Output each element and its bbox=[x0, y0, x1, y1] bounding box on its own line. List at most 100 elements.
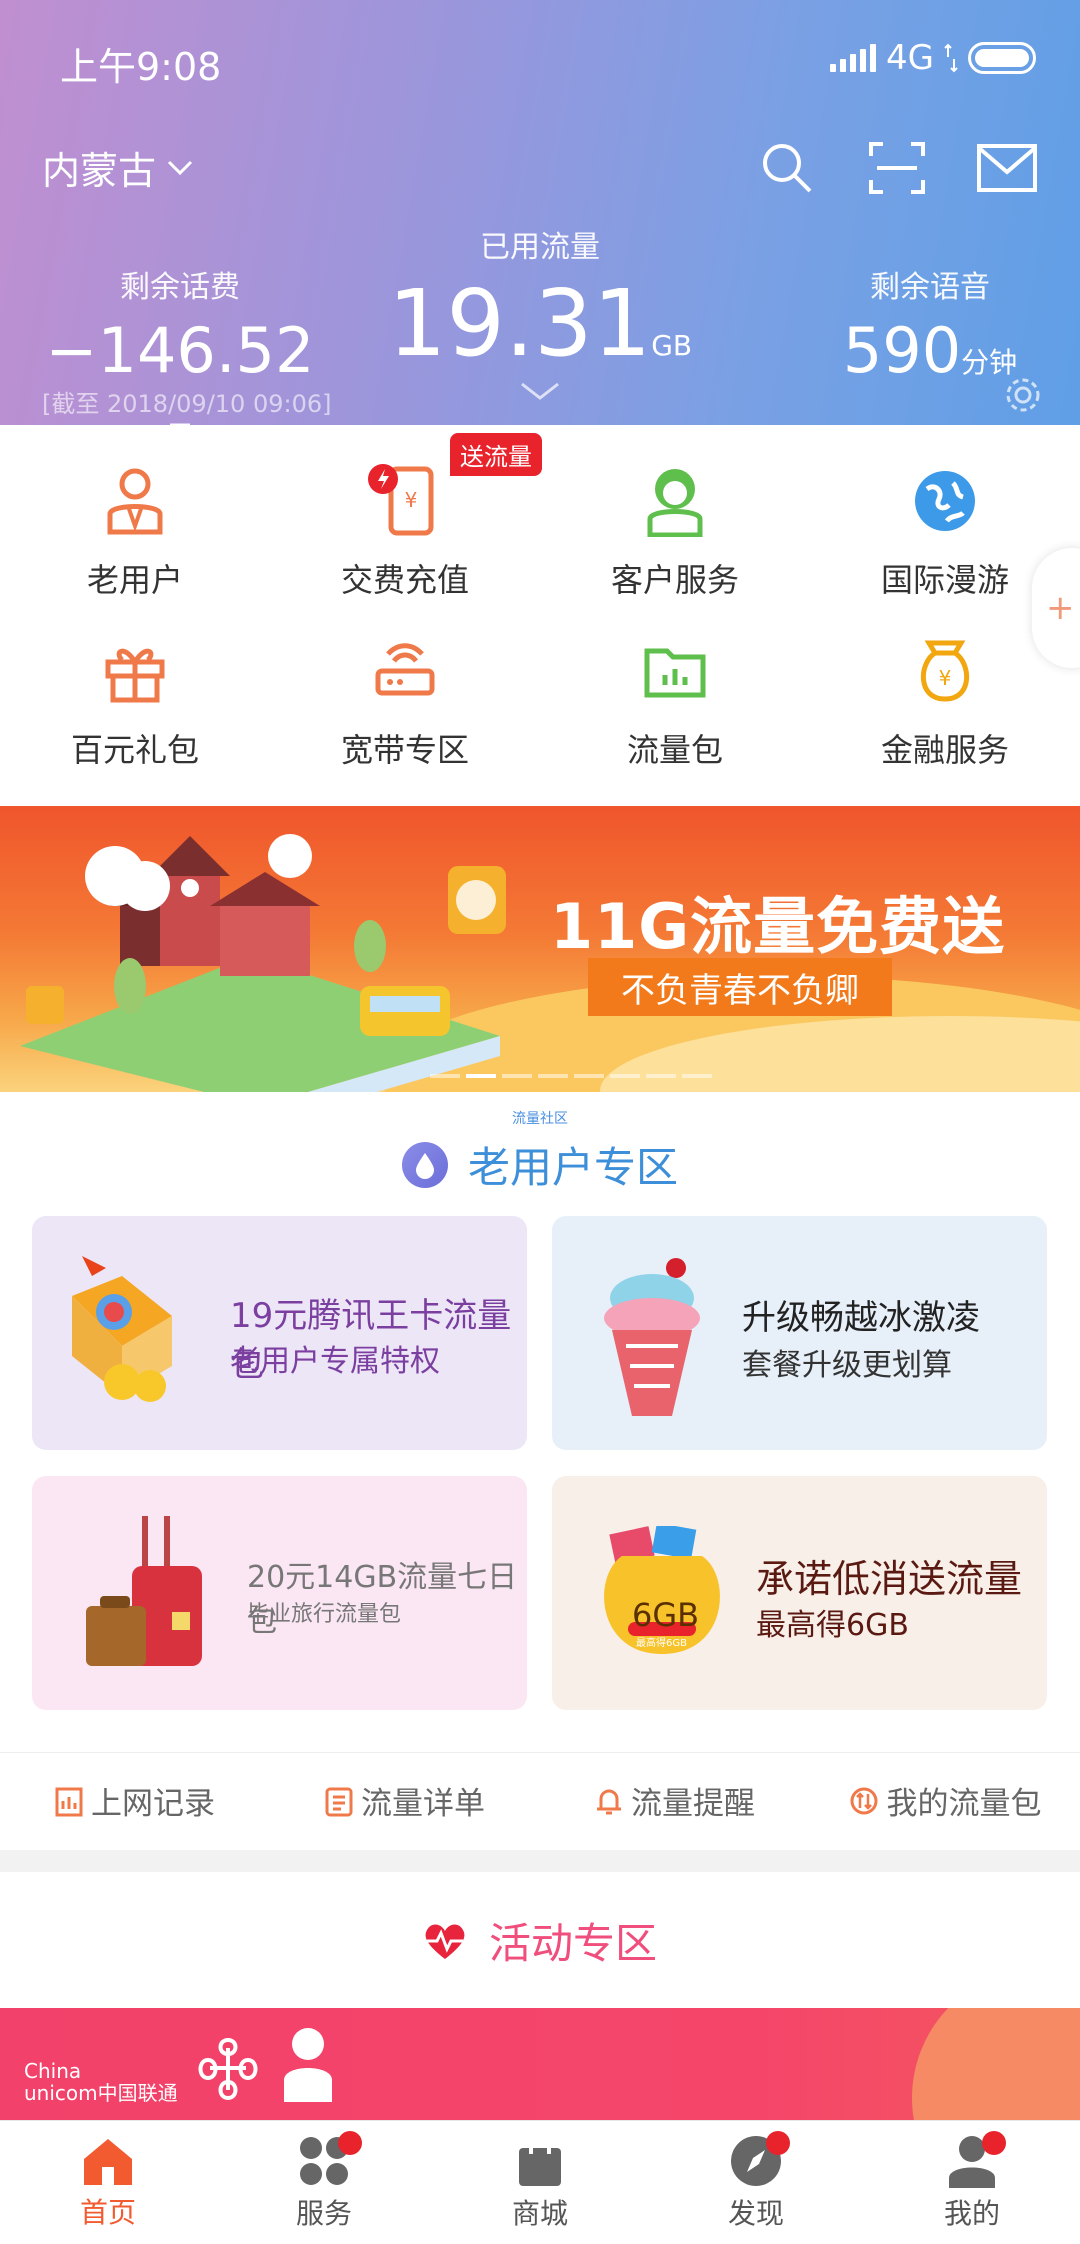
notification-dot bbox=[982, 2131, 1006, 2155]
header-actions bbox=[754, 135, 1040, 201]
gift-box-art bbox=[72, 1256, 172, 1402]
quick-link-label: 我的流量包 bbox=[886, 1786, 1042, 1822]
expand-chevron-icon[interactable] bbox=[518, 380, 562, 408]
quick-link-my-data-pack[interactable]: 我的流量包 bbox=[810, 1753, 1080, 1848]
card-subtitle: 套餐升级更划算 bbox=[742, 1348, 952, 1383]
list-doc-icon bbox=[325, 1787, 353, 1816]
data-used-stat[interactable]: 已用流量 19.31GB bbox=[380, 222, 700, 377]
mail-icon[interactable] bbox=[974, 135, 1040, 201]
offer-card-tencent[interactable]: 19元腾讯王卡流量包 老用户专属特权 bbox=[32, 1216, 527, 1450]
old-user-zone-header: 流量社区 老用户专区 bbox=[0, 1108, 1080, 1195]
voice-unit: 分钟 bbox=[961, 346, 1018, 379]
ice-cream-art bbox=[604, 1258, 700, 1416]
quick-link-label: 流量提醒 bbox=[631, 1786, 755, 1822]
data-cycle-icon bbox=[850, 1787, 877, 1814]
service-grid: 老用户 ¥ 交费充值 客户服务 国际漫游 百元礼包 宽带专区 流量包 ¥ 金融服… bbox=[0, 425, 1080, 805]
quick-link-usage-record[interactable]: 上网记录 bbox=[0, 1753, 270, 1848]
location-label: 内蒙古 bbox=[42, 149, 157, 193]
voice-stat[interactable]: 剩余语音 590分钟 bbox=[810, 262, 1050, 387]
tab-mall[interactable]: 商城 bbox=[432, 2121, 648, 2244]
card-subtitle: 最高得6GB bbox=[756, 1608, 909, 1643]
unicom-logo-line1: China bbox=[24, 2059, 82, 2083]
gear-icon[interactable] bbox=[1004, 376, 1042, 418]
grid-label: 交费充值 bbox=[340, 561, 469, 599]
grid-item-customer-service[interactable]: 客户服务 bbox=[540, 461, 810, 601]
tab-profile[interactable]: 我的 bbox=[864, 2121, 1080, 2244]
data-bag-label: 6GB bbox=[632, 1596, 700, 1634]
network-type: 4G bbox=[886, 38, 934, 78]
signal-icon bbox=[830, 44, 877, 72]
grid-label: 老用户 bbox=[86, 561, 183, 599]
location-selector[interactable]: 内蒙古 bbox=[42, 140, 194, 195]
tab-label: 服务 bbox=[295, 2196, 352, 2230]
card-subtitle: 老用户专属特权 bbox=[230, 1344, 440, 1379]
grid-item-broadband[interactable]: 宽带专区 bbox=[270, 631, 540, 771]
promo-banner[interactable]: 11G流量免费送 不负青春不负卿 bbox=[0, 806, 1080, 1092]
tab-label: 首页 bbox=[79, 2195, 136, 2229]
person-icon bbox=[95, 461, 175, 541]
data-bag-small-label: 最高得6GB bbox=[636, 1638, 687, 1649]
tab-label: 我的 bbox=[943, 2196, 1000, 2230]
grid-item-gift-pack[interactable]: 百元礼包 bbox=[0, 631, 270, 771]
globe-icon bbox=[905, 461, 985, 541]
grid-label: 百元礼包 bbox=[70, 731, 199, 769]
status-time: 上午9:08 bbox=[60, 45, 222, 89]
tab-services[interactable]: 服务 bbox=[216, 2121, 432, 2244]
card-subtitle: 毕业旅行流量包 bbox=[247, 1602, 402, 1627]
card-title: 承诺低消送流量 bbox=[756, 1557, 1023, 1601]
zone-title: 老用户专区 bbox=[467, 1143, 678, 1192]
svg-text:¥: ¥ bbox=[405, 488, 418, 512]
record-icon bbox=[55, 1787, 83, 1816]
offer-card-ice-cream[interactable]: 升级畅越冰激凌 套餐升级更划算 bbox=[552, 1216, 1047, 1450]
activity-title: 活动专区 bbox=[488, 1919, 657, 1968]
bell-icon bbox=[597, 1789, 621, 1814]
grid-item-recharge[interactable]: ¥ 交费充值 bbox=[270, 461, 540, 601]
data-used-value: 19.31 bbox=[387, 270, 652, 377]
quick-links: 上网记录 流量详单 流量提醒 我的流量包 bbox=[0, 1752, 1080, 1848]
card-title: 升级畅越冰激凌 bbox=[742, 1298, 980, 1338]
grid-item-old-user[interactable]: 老用户 bbox=[0, 461, 270, 601]
banner-subtitle: 不负青春不负卿 bbox=[588, 958, 892, 1016]
quick-link-data-detail[interactable]: 流量详单 bbox=[270, 1753, 540, 1848]
balance-label: 剩余话费 bbox=[120, 270, 240, 305]
unicom-logo-line2: unicom中国联通 bbox=[24, 2081, 178, 2105]
offer-card-min-spend[interactable]: 6GB 最高得6GB 承诺低消送流量 最高得6GB bbox=[552, 1476, 1047, 1710]
tab-home[interactable]: 首页 bbox=[0, 2121, 216, 2244]
gift-icon bbox=[95, 631, 175, 711]
money-bag-icon: ¥ bbox=[905, 631, 985, 711]
bottom-tab-bar: 首页 服务 商城 发现 我的 bbox=[0, 2120, 1080, 2244]
offer-card-travel[interactable]: 20元14GB流量七日包 毕业旅行流量包 bbox=[32, 1476, 527, 1710]
section-divider bbox=[0, 1850, 1080, 1872]
unicom-activity-banner[interactable]: China unicom中国联通 bbox=[0, 2008, 1080, 2120]
notification-dot bbox=[766, 2131, 790, 2155]
water-drop-icon bbox=[401, 1141, 448, 1188]
quick-link-label: 上网记录 bbox=[91, 1786, 215, 1822]
home-icon bbox=[84, 2138, 132, 2185]
campus-illustration bbox=[20, 834, 506, 1092]
svg-text:¥: ¥ bbox=[939, 666, 952, 690]
search-icon[interactable] bbox=[754, 135, 820, 201]
headset-agent-icon bbox=[635, 461, 715, 541]
status-indicators: 4G bbox=[830, 38, 1036, 78]
floating-add-button[interactable]: + bbox=[1032, 548, 1080, 668]
quick-link-label: 流量详单 bbox=[361, 1786, 485, 1822]
grid-label: 客户服务 bbox=[610, 561, 739, 599]
router-icon bbox=[365, 631, 445, 711]
quick-link-data-reminder[interactable]: 流量提醒 bbox=[540, 1753, 810, 1848]
heart-pulse-icon bbox=[425, 1923, 465, 1959]
shopping-bag-icon bbox=[519, 2133, 561, 2186]
data-arrows-icon bbox=[944, 43, 958, 73]
luggage-art bbox=[86, 1516, 202, 1666]
promo-badge: 送流量 bbox=[450, 433, 542, 476]
unicom-knot-icon bbox=[198, 2037, 258, 2101]
balance-value: −146.52 bbox=[45, 314, 315, 387]
grid-item-data-pack[interactable]: 流量包 bbox=[540, 631, 810, 771]
scan-icon[interactable] bbox=[864, 135, 930, 201]
voice-value: 590 bbox=[842, 314, 962, 387]
carousel-dots bbox=[430, 1074, 712, 1078]
battery-icon bbox=[968, 42, 1036, 74]
grid-label: 宽带专区 bbox=[340, 731, 469, 769]
tab-discover[interactable]: 发现 bbox=[648, 2121, 864, 2244]
grid-label: 流量包 bbox=[626, 731, 723, 769]
data-used-unit: GB bbox=[651, 329, 693, 362]
